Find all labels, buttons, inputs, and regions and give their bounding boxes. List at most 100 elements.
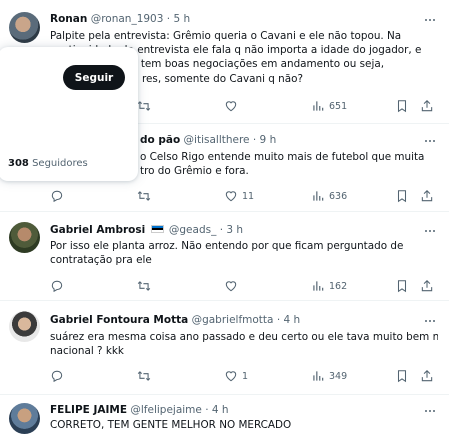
bookmark-icon	[397, 370, 407, 383]
views-count: 636	[329, 190, 348, 202]
tweet-lfelipejaime[interactable]: FELIPE JAIME @lfelipejaime · 4 h CORRETO…	[0, 395, 449, 435]
share-button[interactable]	[420, 188, 434, 204]
tweet-header: Ronan @ronan_1903 · 5 h	[50, 13, 190, 25]
tweet-actions: 11 636	[50, 188, 435, 204]
like-button[interactable]	[224, 98, 242, 114]
tweet-text: suárez era mesma coisa ano passado e deu…	[50, 330, 438, 358]
reply-icon	[51, 280, 63, 293]
heart-icon	[225, 281, 237, 292]
tweet-actions: 1 349	[50, 368, 435, 384]
retweet-icon	[137, 191, 151, 201]
tweet-text-line: contratação pra ele	[50, 254, 152, 267]
more-icon[interactable]	[423, 404, 437, 418]
like-button[interactable]	[224, 278, 242, 294]
tweet-text: o Celso Rigo entende muito mais de futeb…	[140, 150, 440, 178]
share-icon	[421, 280, 433, 292]
share-button[interactable]	[420, 278, 434, 294]
like-count: 11	[242, 190, 255, 202]
tweet-text-line: tro do Grêmio e fora.	[140, 165, 249, 178]
author-name[interactable]: FELIPE JAIME	[50, 404, 127, 416]
avatar[interactable]	[9, 311, 40, 342]
share-icon	[421, 100, 433, 112]
timestamp[interactable]: 5 h	[173, 13, 190, 25]
profile-hover-card: Seguir 308 Seguidores	[0, 47, 138, 181]
avatar[interactable]	[9, 222, 40, 253]
timestamp[interactable]: 4 h	[212, 404, 229, 416]
share-button[interactable]	[420, 368, 434, 384]
more-icon[interactable]	[423, 134, 437, 148]
author-name[interactable]: Gabriel Fontoura Motta	[50, 314, 188, 326]
tweet-header: FELIPE JAIME @lfelipejaime · 4 h	[50, 404, 229, 416]
views-icon	[313, 101, 324, 111]
separator-dot: ·	[252, 134, 257, 146]
author-handle[interactable]: @ronan_1903	[91, 13, 164, 25]
reply-icon	[51, 190, 63, 203]
tweet-gabrielfmotta[interactable]: Gabriel Fontoura Motta @gabrielfmotta · …	[0, 301, 449, 395]
tweet-header: do pão @itisallthere · 9 h	[140, 134, 276, 146]
timestamp[interactable]: 9 h	[260, 134, 277, 146]
views-count: 349	[329, 370, 348, 382]
author-handle[interactable]: @geads_	[169, 224, 216, 236]
tweet-text: CORRETO, TEM GENTE MELHOR NO MERCADO	[50, 418, 438, 432]
tweet-text-line: CORRETO, TEM GENTE MELHOR NO MERCADO	[50, 419, 292, 431]
followers-count: 308	[8, 158, 29, 169]
reply-button[interactable]	[50, 278, 68, 294]
heart-icon	[225, 371, 237, 382]
retweet-button[interactable]	[137, 278, 155, 294]
like-button[interactable]: 1	[224, 368, 248, 384]
tweet-text-line: o Celso Rigo entende muito mais de futeb…	[140, 151, 425, 163]
views-icon	[313, 191, 324, 201]
author-handle[interactable]: @lfelipejaime	[130, 404, 202, 416]
author-handle[interactable]: @gabrielfmotta	[192, 314, 274, 326]
bookmark-icon	[397, 280, 407, 293]
views-button[interactable]: 636	[311, 188, 347, 204]
retweet-button[interactable]	[137, 188, 155, 204]
author-name[interactable]: Ronan	[50, 13, 87, 25]
timestamp[interactable]: 4 h	[284, 314, 301, 326]
more-icon[interactable]	[423, 314, 437, 328]
like-button[interactable]: 11	[224, 188, 254, 204]
heart-icon	[225, 101, 237, 112]
avatar[interactable]	[9, 403, 40, 434]
views-count: 651	[329, 100, 348, 112]
more-icon[interactable]	[423, 224, 437, 238]
separator-dot: ·	[166, 13, 171, 25]
views-button[interactable]: 349	[311, 368, 347, 384]
retweet-icon	[137, 281, 151, 291]
like-count: 1	[242, 370, 249, 382]
separator-dot: ·	[205, 404, 209, 416]
reply-icon	[51, 370, 63, 383]
bookmark-icon	[397, 190, 407, 203]
views-icon	[313, 371, 324, 381]
follow-button[interactable]: Seguir	[63, 65, 125, 90]
views-button[interactable]: 651	[311, 98, 347, 114]
retweet-button[interactable]	[137, 98, 155, 114]
tweet-geads[interactable]: Gabriel Ambrosi @geads_ · 3 h Por isso e…	[0, 212, 449, 301]
author-handle[interactable]: @itisallthere	[184, 134, 250, 146]
bookmark-button[interactable]	[395, 188, 409, 204]
tweet-text-line: Por isso ele planta arroz. Não entendo p…	[50, 240, 404, 252]
author-name[interactable]: Gabriel Ambrosi	[50, 224, 145, 236]
bookmark-icon	[397, 100, 407, 113]
share-icon	[421, 370, 433, 382]
bookmark-button[interactable]	[395, 368, 409, 384]
separator-dot: ·	[276, 314, 281, 326]
bookmark-button[interactable]	[395, 98, 409, 114]
retweet-button[interactable]	[137, 368, 155, 384]
bookmark-button[interactable]	[395, 278, 409, 294]
share-button[interactable]	[420, 98, 434, 114]
reply-button[interactable]	[50, 368, 68, 384]
reply-button[interactable]	[50, 188, 68, 204]
views-button[interactable]: 162	[311, 278, 347, 294]
more-icon[interactable]	[423, 13, 437, 27]
tweet-text-line: Palpite pela entrevista: Grêmio queria o…	[50, 30, 402, 42]
followers-label: Seguidores	[32, 158, 88, 169]
views-icon	[313, 281, 324, 291]
author-name[interactable]: do pão	[140, 134, 180, 146]
views-count: 162	[329, 280, 348, 292]
followers-link[interactable]: 308 Seguidores	[8, 158, 88, 169]
avatar[interactable]	[9, 12, 40, 43]
retweet-icon	[137, 371, 151, 381]
flag-icon	[150, 225, 164, 233]
timestamp[interactable]: 3 h	[226, 224, 243, 236]
